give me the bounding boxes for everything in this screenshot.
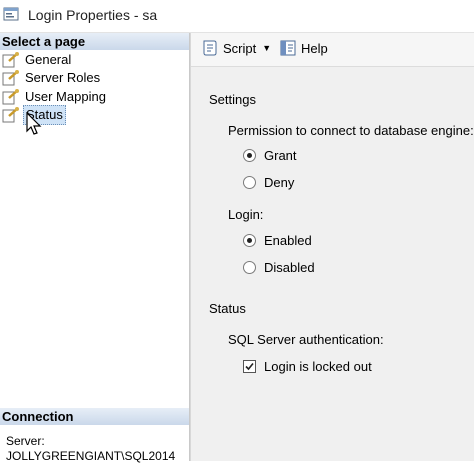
locked-out-checkbox[interactable]: Login is locked out [243, 359, 372, 374]
auth-label: SQL Server authentication: [228, 332, 384, 347]
server-label: Server: [6, 434, 45, 448]
title-bar: Login Properties - sa [0, 0, 474, 33]
checkbox-checked[interactable] [243, 360, 256, 373]
help-icon [280, 40, 296, 56]
mouse-pointer-icon [26, 112, 42, 135]
radio-selected[interactable] [243, 234, 256, 247]
sidebar-item-label: General [25, 52, 72, 67]
wrench-page-icon [2, 107, 19, 123]
enabled-radio[interactable]: Enabled [243, 233, 312, 248]
properties-pane: Script ▼ Help Settings Permission to con… [190, 33, 474, 461]
radio-unselected[interactable] [243, 176, 256, 189]
grant-label: Grant [264, 148, 297, 163]
settings-title: Settings [209, 92, 256, 107]
window-title: Login Properties - sa [28, 7, 158, 23]
status-title: Status [209, 301, 246, 316]
login-label: Login: [228, 207, 264, 222]
sidebar-item-user-mapping[interactable]: User Mapping [2, 88, 108, 106]
select-page-header: Select a page [0, 33, 189, 50]
disabled-radio[interactable]: Disabled [243, 260, 315, 275]
sidebar-item-label: User Mapping [25, 89, 106, 104]
wrench-page-icon [2, 70, 19, 86]
disabled-label: Disabled [264, 260, 315, 275]
sidebar-item-general[interactable]: General [2, 51, 73, 69]
connection-section: Connection Server: JOLLYGREENGIANT\SQL20… [0, 408, 189, 463]
sidebar-item-label: Server Roles [25, 70, 101, 85]
script-icon [203, 40, 217, 56]
login-properties-icon [3, 7, 19, 21]
locked-out-label: Login is locked out [264, 359, 372, 374]
wrench-page-icon [2, 52, 19, 68]
sidebar-item-server-roles[interactable]: Server Roles [2, 69, 102, 87]
script-label: Script [223, 40, 257, 56]
wrench-page-icon [2, 89, 19, 105]
page-selector-pane: Select a page General Server Roles User … [0, 33, 190, 463]
connection-header: Connection [0, 408, 189, 425]
toolbar: Script ▼ Help [191, 33, 474, 67]
deny-radio[interactable]: Deny [243, 175, 294, 190]
help-label: Help [301, 40, 328, 56]
radio-unselected[interactable] [243, 261, 256, 274]
permission-label: Permission to connect to database engine… [228, 123, 474, 138]
chevron-down-icon[interactable]: ▼ [262, 43, 271, 53]
enabled-label: Enabled [264, 233, 312, 248]
help-button[interactable]: Help [279, 39, 328, 57]
grant-radio[interactable]: Grant [243, 148, 297, 163]
script-button[interactable]: Script ▼ [201, 39, 271, 57]
radio-selected[interactable] [243, 149, 256, 162]
deny-label: Deny [264, 175, 295, 190]
checkmark-icon [245, 362, 254, 371]
